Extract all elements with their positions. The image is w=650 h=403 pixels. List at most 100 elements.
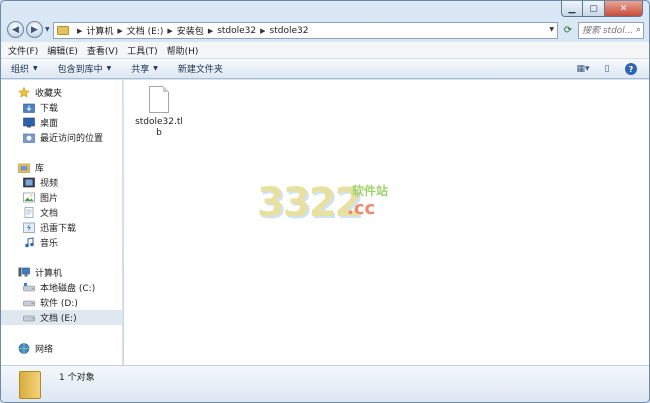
menu-tools[interactable]: 工具(T) (127, 44, 158, 57)
navigation-pane[interactable]: 收藏夹 下载 桌面 最近访问的位置 库 视频 图片 文档 迅雷下载 音乐 计算机… (1, 80, 123, 365)
menu-help[interactable]: 帮助(H) (167, 44, 199, 57)
search-input[interactable] (582, 25, 632, 36)
breadcrumb-drive-e[interactable]: 文档 (E:) (127, 24, 164, 37)
nav-item-label: 图片 (40, 194, 59, 204)
nav-computer[interactable]: 计算机 (1, 265, 122, 280)
help-button[interactable]: ? (623, 62, 639, 76)
menu-file[interactable]: 文件(F) (8, 44, 38, 57)
breadcrumb-stdole32-parent[interactable]: stdole32 (217, 26, 256, 36)
close-button[interactable]: ✕ (605, 1, 643, 17)
back-arrow-icon: ◀ (12, 24, 19, 35)
new-folder-button[interactable]: 新建文件夹 (178, 62, 223, 75)
share-button[interactable]: 共享 ▼ (131, 62, 158, 75)
libraries-icon (18, 163, 30, 173)
include-in-library-label: 包含到库中 (57, 65, 103, 75)
drive-icon (23, 300, 35, 307)
chevron-right-icon[interactable]: ▶ (77, 27, 82, 35)
nav-network-label: 网络 (35, 345, 54, 355)
address-dropdown-icon[interactable]: ▼ (549, 26, 554, 33)
nav-item-label: 下载 (40, 104, 59, 114)
file-name: stdole32.tlb (135, 117, 183, 138)
nav-item-downloads[interactable]: 下载 (1, 100, 122, 115)
chevron-right-icon[interactable]: ▶ (167, 27, 172, 35)
nav-item-thunder-downloads[interactable]: 迅雷下载 (1, 220, 122, 235)
share-label: 共享 (131, 65, 150, 75)
new-folder-label: 新建文件夹 (177, 65, 223, 75)
breadcrumb-computer[interactable]: 计算机 (86, 24, 113, 37)
nav-libraries[interactable]: 库 (1, 160, 122, 175)
nav-item-label: 音乐 (40, 239, 59, 249)
view-options-icon[interactable]: ▦▾ (575, 62, 591, 76)
nav-favorites[interactable]: 收藏夹 (1, 85, 122, 100)
watermark-domain: .cc (347, 198, 376, 219)
minimize-button[interactable]: ▁ (561, 1, 583, 17)
nav-item-label: 最近访问的位置 (40, 134, 104, 144)
forward-button[interactable]: ▶ (26, 21, 43, 38)
chevron-down-icon: ▼ (33, 65, 38, 72)
computer-icon (18, 267, 30, 277)
nav-item-label: 软件 (D:) (40, 299, 78, 309)
item-count: 1 个对象 (59, 373, 95, 383)
breadcrumb-stdole32-current[interactable]: stdole32 (270, 26, 309, 36)
chevron-right-icon[interactable]: ▶ (208, 27, 213, 35)
nav-item-label: 迅雷下载 (40, 224, 77, 234)
chevron-right-icon[interactable]: ▶ (260, 27, 265, 35)
address-bar[interactable]: ▶ 计算机 ▶ 文档 (E:) ▶ 安装包 ▶ stdole32 ▶ stdol… (53, 22, 558, 39)
nav-network[interactable]: 网络 (1, 341, 122, 356)
watermark-number: 3322 (257, 180, 362, 226)
watermark-text: 软件站 (352, 184, 389, 198)
chevron-down-icon: ▼ (153, 65, 158, 72)
refresh-icon: ⟳ (563, 25, 573, 36)
downloads-folder-icon (23, 103, 35, 113)
menu-view[interactable]: 查看(V) (87, 44, 118, 57)
recent-places-icon (23, 133, 35, 143)
preview-pane-icon[interactable]: ▯ (599, 62, 615, 76)
back-button[interactable]: ◀ (7, 21, 24, 38)
organize-button[interactable]: 组织 ▼ (11, 62, 38, 75)
pictures-icon (23, 192, 35, 203)
nav-favorites-label: 收藏夹 (35, 89, 63, 99)
chevron-right-icon[interactable]: ▶ (117, 27, 122, 35)
forward-arrow-icon: ▶ (31, 24, 38, 35)
music-icon (25, 237, 34, 248)
details-pane: 1 个对象 (1, 365, 649, 402)
window-controls: ▁ ▢ ✕ (561, 1, 643, 17)
nav-item-pictures[interactable]: 图片 (1, 190, 122, 205)
nav-item-drive-d[interactable]: 软件 (D:) (1, 295, 122, 310)
document-file-icon (149, 86, 169, 113)
desktop-icon (23, 117, 35, 128)
file-item[interactable]: stdole32.tlb (134, 86, 184, 139)
nav-item-documents[interactable]: 文档 (1, 205, 122, 220)
nav-item-drive-c[interactable]: 本地磁盘 (C:) (1, 280, 122, 295)
search-box[interactable]: ⌕ (578, 22, 644, 39)
recent-pages-dropdown-icon[interactable]: ▼ (45, 27, 51, 33)
nav-item-desktop[interactable]: 桌面 (1, 115, 122, 130)
menu-edit[interactable]: 编辑(E) (47, 44, 78, 57)
search-icon[interactable]: ⌕ (636, 25, 641, 35)
documents-icon (24, 207, 34, 218)
refresh-button[interactable]: ⟳ (561, 22, 575, 39)
maximize-button[interactable]: ▢ (583, 1, 605, 17)
include-in-library-button[interactable]: 包含到库中 ▼ (58, 62, 112, 75)
chevron-down-icon: ▼ (106, 65, 112, 72)
nav-computer-label: 计算机 (35, 269, 63, 279)
toolbar-right: ▦▾ ▯ ? (567, 62, 639, 76)
nav-item-videos[interactable]: 视频 (1, 175, 122, 190)
command-bar: 组织 ▼ 包含到库中 ▼ 共享 ▼ 新建文件夹 ▦▾ ▯ ? (1, 59, 649, 79)
breadcrumb-installers[interactable]: 安装包 (177, 24, 204, 37)
nav-item-label: 本地磁盘 (C:) (40, 284, 96, 294)
folder-icon (19, 371, 41, 399)
maximize-icon: ▢ (589, 3, 598, 14)
video-icon (23, 177, 35, 188)
organize-label: 组织 (11, 65, 30, 75)
nav-item-label: 桌面 (40, 119, 59, 129)
network-icon (18, 343, 30, 354)
nav-item-recent-places[interactable]: 最近访问的位置 (1, 130, 122, 145)
nav-item-drive-e[interactable]: 文档 (E:) (1, 310, 122, 325)
help-icon: ? (625, 63, 637, 75)
drive-icon (23, 315, 35, 322)
nav-item-music[interactable]: 音乐 (1, 235, 122, 250)
nav-item-label: 文档 (E:) (40, 314, 77, 324)
file-list[interactable]: stdole32.tlb 3322 软件站 .cc (124, 80, 649, 365)
title-bar: ◀ ▶ ▼ ▁ ▢ ✕ ▶ 计算机 ▶ 文档 (E:) ▶ 安装包 ▶ stdo… (1, 1, 649, 41)
